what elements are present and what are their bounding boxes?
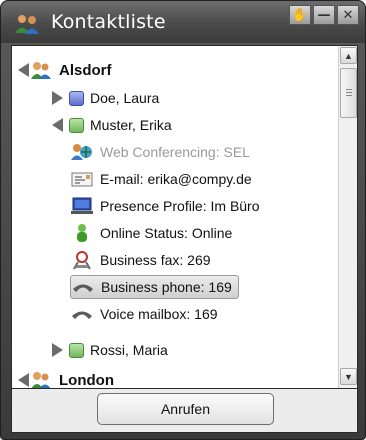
contact-tree[interactable]: Alsdorf Doe, Laura Muster, Erika Web Con… <box>12 46 339 388</box>
collapse-arrow-icon[interactable] <box>18 63 29 77</box>
fax-icon <box>73 251 91 270</box>
contact-name: Rossi, Maria <box>90 342 168 358</box>
contact-tree-panel: Alsdorf Doe, Laura Muster, Erika Web Con… <box>11 45 358 389</box>
web-conferencing-icon <box>71 144 92 160</box>
detail-presence-profile[interactable]: Presence Profile: Im Büro <box>70 194 260 218</box>
online-status-icon <box>77 224 87 242</box>
group-alsdorf[interactable]: Alsdorf <box>18 58 112 82</box>
detail-label: E-mail: erika@compy.de <box>100 171 252 187</box>
group-name: Alsdorf <box>59 61 112 79</box>
contacts-icon <box>15 15 39 34</box>
detail-label: Online Status: Online <box>100 225 233 241</box>
phone-icon <box>73 284 93 292</box>
collapse-arrow-icon[interactable] <box>52 118 63 132</box>
group-icon <box>31 62 51 79</box>
presence-profile-icon <box>71 197 93 214</box>
detail-email[interactable]: E-mail: erika@compy.de <box>70 167 252 191</box>
detail-label: Voice mailbox: 169 <box>100 306 218 322</box>
titlebar[interactable]: Kontaktliste ✋ — ✕ <box>1 1 365 43</box>
email-icon <box>71 172 93 187</box>
expand-arrow-icon[interactable] <box>52 343 63 357</box>
scroll-up-button[interactable]: ▲ <box>340 47 357 64</box>
minimize-button[interactable]: — <box>313 5 335 25</box>
detail-voice-mailbox[interactable]: Voice mailbox: 169 <box>70 302 218 326</box>
contact-list-window: Kontaktliste ✋ — ✕ Alsdorf Doe, Laura Mu… <box>0 0 366 440</box>
contact-name: Muster, Erika <box>90 117 172 133</box>
contact-rossi-maria[interactable]: Rossi, Maria <box>52 338 168 362</box>
scroll-thumb[interactable] <box>340 68 357 118</box>
detail-business-phone[interactable]: Business phone: 169 <box>70 275 239 299</box>
status-square-icon <box>69 90 84 106</box>
pin-button[interactable]: ✋ <box>289 5 311 25</box>
collapse-arrow-icon[interactable] <box>18 373 29 387</box>
footer-bar: Anrufen <box>11 389 358 433</box>
detail-label: Business fax: 269 <box>100 252 211 268</box>
close-button[interactable]: ✕ <box>337 5 359 25</box>
contact-name: Doe, Laura <box>90 90 160 106</box>
voicemail-icon <box>72 311 92 319</box>
contact-muster-erika[interactable]: Muster, Erika <box>52 113 172 137</box>
group-london[interactable]: London <box>18 368 114 388</box>
status-square-icon <box>69 342 84 358</box>
call-button[interactable]: Anrufen <box>97 393 274 425</box>
group-icon <box>31 372 51 388</box>
scroll-down-button[interactable]: ▼ <box>340 368 357 385</box>
detail-label: Web Conferencing: SEL <box>100 144 250 160</box>
expand-arrow-icon[interactable] <box>52 91 63 105</box>
detail-business-fax[interactable]: Business fax: 269 <box>70 248 211 272</box>
contact-doe-laura[interactable]: Doe, Laura <box>52 86 159 110</box>
detail-online-status[interactable]: Online Status: Online <box>70 221 232 245</box>
status-square-icon <box>69 117 84 133</box>
window-title: Kontaktliste <box>51 11 166 33</box>
detail-label: Business phone: 169 <box>101 279 232 295</box>
vertical-scrollbar[interactable]: ▲ ▼ <box>338 46 357 388</box>
detail-web-conferencing[interactable]: Web Conferencing: SEL <box>70 140 250 164</box>
group-name: London <box>59 371 114 389</box>
detail-label: Presence Profile: Im Büro <box>100 198 260 214</box>
